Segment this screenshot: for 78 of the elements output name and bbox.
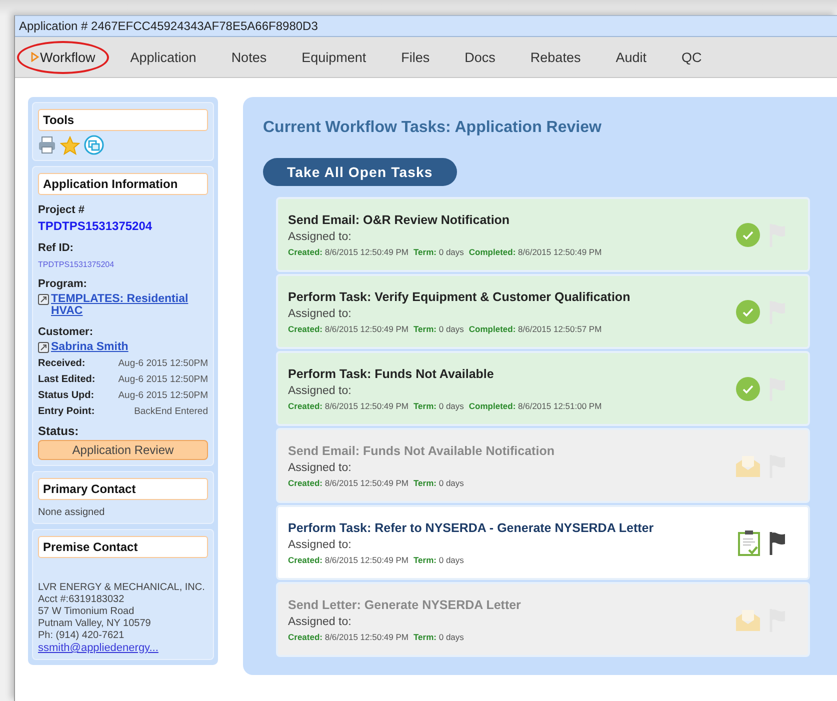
- flag-icon[interactable]: [768, 530, 786, 556]
- clipboard-icon[interactable]: [738, 530, 760, 556]
- assigned-label: Assigned to:: [288, 538, 352, 550]
- field-label: Entry Point:: [38, 406, 95, 417]
- task-meta: Created: 8/6/2015 12:50:49 PM Term: 0 days Completed: 8/6/2015 12:50:57 PM: [288, 324, 603, 334]
- task-card[interactable]: Send Email: O&R Review Notification Assigned to: Created: 8/6/2015 12:50:49 PM Term: 0 days Completed: 8/6/2015 12:50:49 PM: [276, 197, 810, 272]
- external-link-icon[interactable]: [38, 342, 49, 353]
- task-title: Send Letter: Generate NYSERDA Letter: [288, 598, 522, 612]
- tab[interactable]: Equipment: [292, 44, 376, 70]
- tab[interactable]: Workflow: [17, 40, 110, 74]
- field-value: Aug-6 2015 12:50PM: [118, 374, 208, 385]
- task-title: Perform Task: Refer to NYSERDA - Generate NYSERDA Letter: [288, 520, 655, 534]
- section-heading: Application Information: [38, 173, 208, 195]
- printer-icon[interactable]: [38, 136, 56, 154]
- field-value: Aug-6 2015 12:50PM: [118, 358, 208, 369]
- task-card[interactable]: Perform Task: Refer to NYSERDA - Generate NYSERDA Letter Assigned to: Created: 8/6/2015 12:50:49 PM Term: 0 days: [276, 505, 810, 580]
- window-title: Application # 2467EFCC45924343AF78E5A66F8980D3: [19, 19, 318, 33]
- tab[interactable]: Docs: [456, 44, 504, 70]
- assigned-label: Assigned to:: [288, 308, 352, 320]
- assigned-label: Assigned to:: [288, 230, 352, 242]
- triangle-icon: [31, 52, 39, 62]
- section-heading: Premise Contact: [38, 536, 208, 558]
- field-value: TPDTPS1531375204: [38, 260, 116, 269]
- field-label: Project #: [38, 204, 86, 216]
- envelope-icon[interactable]: [736, 454, 760, 476]
- address-line: Ph: (914) 420-7621: [38, 630, 126, 641]
- task-title: Perform Task: Funds Not Available: [288, 366, 495, 380]
- envelope-icon[interactable]: [736, 608, 760, 630]
- task-meta: Created: 8/6/2015 12:50:49 PM Term: 0 days Completed: 8/6/2015 12:50:49 PM: [288, 246, 603, 256]
- email-link[interactable]: ssmith@appliedenergy...: [38, 642, 208, 654]
- address-line: LVR ENERGY & MECHANICAL, INC.: [38, 582, 206, 593]
- task-card[interactable]: Perform Task: Verify Equipment & Customer Qualification Assigned to: Created: 8/6/2015 12:50:49 PM Term: 0 days Completed: 8/6/2015 12:50:57 PM: [276, 274, 810, 349]
- tab[interactable]: Application: [121, 44, 206, 70]
- task-meta: Created: 8/6/2015 12:50:49 PM Term: 0 days Completed: 8/6/2015 12:51:00 PM: [288, 400, 603, 410]
- assigned-label: Assigned to:: [288, 616, 352, 628]
- external-link-icon[interactable]: [38, 294, 49, 305]
- assigned-label: Assigned to:: [288, 384, 352, 396]
- program-link[interactable]: TEMPLATES: Residential HVAC: [51, 293, 208, 317]
- tab[interactable]: Audit: [606, 44, 656, 70]
- check-icon[interactable]: [736, 376, 760, 400]
- assigned-label: Assigned to:: [288, 462, 352, 474]
- task-card[interactable]: Perform Task: Funds Not Available Assigned to: Created: 8/6/2015 12:50:49 PM Term: 0 days Completed: 8/6/2015 12:51:00 PM: [276, 351, 810, 426]
- task-title: Perform Task: Verify Equipment & Customer Qualification: [288, 290, 632, 304]
- field-label: Last Edited:: [38, 374, 96, 385]
- field-value: Aug-6 2015 12:50PM: [118, 390, 208, 401]
- task-meta: Created: 8/6/2015 12:50:49 PM Term: 0 days: [288, 554, 465, 564]
- address-line: 57 W Timonium Road: [38, 606, 136, 617]
- status-badge: Application Review: [38, 440, 208, 460]
- field-label: Customer:: [38, 326, 94, 338]
- field-label: Status Upd:: [38, 390, 94, 401]
- task-card[interactable]: Send Letter: Generate NYSERDA Letter Assigned to: Created: 8/6/2015 12:50:49 PM Term: 0 days: [276, 582, 810, 657]
- field-value: TPDTPS1531375204: [38, 219, 154, 233]
- task-card[interactable]: Send Email: Funds Not Available Notification Assigned to: Created: 8/6/2015 12:50:49 PM Term: 0 days: [276, 428, 810, 503]
- contact-text: None assigned: [38, 507, 106, 518]
- panel-title: Current Workflow Tasks: Application Review: [263, 119, 602, 137]
- address-line: Acct #:6319183032: [38, 594, 126, 605]
- customer-link[interactable]: Sabrina Smith: [51, 341, 128, 353]
- field-label: Program:: [38, 278, 88, 290]
- section-heading: Tools: [38, 109, 208, 131]
- tab[interactable]: QC: [672, 44, 711, 70]
- task-meta: Created: 8/6/2015 12:50:49 PM Term: 0 days: [288, 632, 465, 642]
- take-all-button[interactable]: Take All Open Tasks: [263, 158, 457, 186]
- window-icon[interactable]: [84, 135, 104, 155]
- tab[interactable]: Rebates: [521, 44, 590, 70]
- field-label: Received:: [38, 358, 86, 369]
- field-value: BackEnd Entered: [134, 406, 208, 417]
- tab[interactable]: Notes: [222, 44, 276, 70]
- field-label: Status:: [38, 424, 80, 438]
- star-icon[interactable]: [60, 136, 80, 154]
- address-line: Putnam Valley, NY 10579: [38, 618, 152, 629]
- check-icon[interactable]: [736, 222, 760, 246]
- task-meta: Created: 8/6/2015 12:50:49 PM Term: 0 days: [288, 478, 465, 488]
- task-title: Send Email: Funds Not Available Notification: [288, 444, 556, 458]
- tab[interactable]: Files: [392, 44, 439, 70]
- section-heading: Primary Contact: [38, 478, 208, 500]
- field-label: Ref ID:: [38, 242, 74, 254]
- check-icon[interactable]: [736, 300, 760, 324]
- task-title: Send Email: O&R Review Notification: [288, 212, 511, 226]
